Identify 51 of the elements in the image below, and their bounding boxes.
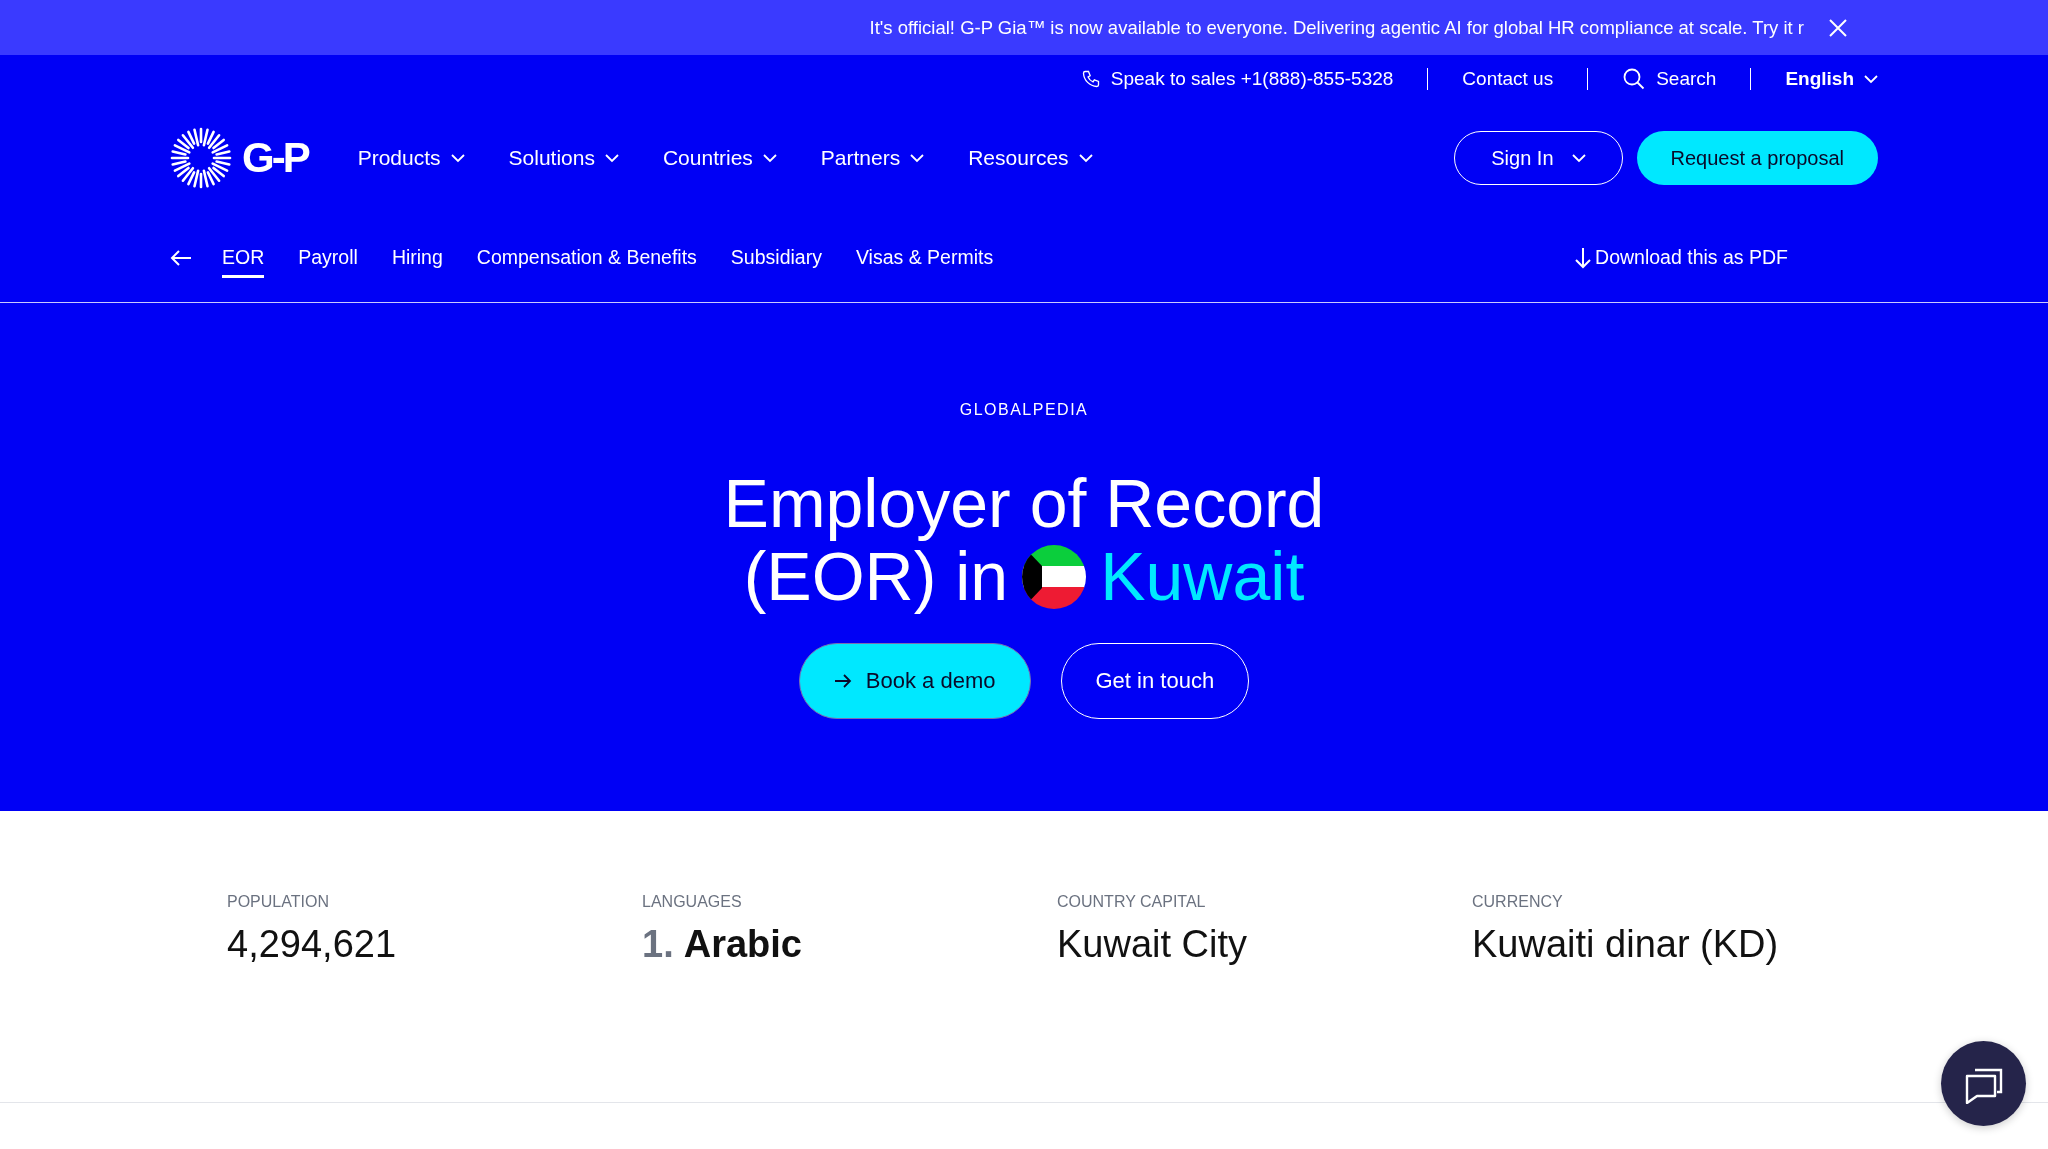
back-arrow-icon [170,248,192,267]
language-selector[interactable]: English [1785,68,1878,90]
chevron-down-icon [762,153,777,163]
close-icon [1828,17,1848,38]
nav-menu-item[interactable]: Resources [968,146,1093,170]
stat-label: POPULATION [227,893,330,911]
stat-value: 4,294,621 [227,923,398,966]
close-button[interactable] [1828,17,1848,38]
section-tab[interactable]: Compensation & Benefits [476,237,697,278]
stat-label: CURRENCY [1472,893,1564,911]
arrow-right-icon [833,674,852,688]
contact-link[interactable]: Contact us [1462,68,1554,90]
search-link[interactable]: Search [1622,67,1717,91]
chevron-down-icon [604,153,619,163]
section-tab[interactable]: Payroll [298,237,358,278]
home-logo[interactable]: G-P [170,127,308,189]
book-demo-button[interactable]: Book a demo [798,643,1031,719]
nav-menu-item[interactable]: Countries [662,146,777,170]
back-button[interactable] [170,248,192,267]
nav-menu-item[interactable]: Products [357,146,465,170]
phone-icon [1080,69,1101,89]
section-tab[interactable]: EOR [222,237,265,278]
chevron-down-icon [910,153,925,163]
stat-value: Kuwaiti dinar (KD) [1472,923,1780,966]
page-title: (EOR) in [743,540,1009,613]
sunburst-icon [170,127,232,189]
section-tab[interactable]: Hiring [391,237,443,278]
chevron-down-icon [1864,74,1878,84]
request-proposal-button[interactable]: Request a proposal [1636,131,1878,185]
eyebrow-label: GLOBALPEDIA [959,401,1089,419]
kuwait-flag-icon [1022,544,1087,609]
section-tab[interactable]: Visas & Permits [855,237,994,278]
search-icon [1622,67,1647,91]
nav-menu-item[interactable]: Solutions [508,146,619,170]
chevron-down-icon [1078,153,1093,163]
download-pdf-link[interactable]: Download this as PDF [1575,246,1788,269]
download-arrow-icon [1575,246,1592,269]
stat-label: LANGUAGES [642,893,743,911]
stat-label: COUNTRY CAPITAL [1057,893,1207,911]
page-title: Employer of Record [723,467,1325,540]
stat-value: Kuwait City [1057,923,1249,966]
announcement-text: It's official! G-P Gia™ is now available to everyone. Delivering agentic AI for global HR compliance at scale. Try it r [869,16,1804,39]
section-tab[interactable]: Subsidiary [730,237,822,278]
list-number: 1. [642,923,674,966]
chevron-down-icon [1571,153,1586,163]
country-name: Kuwait [1100,540,1305,613]
chat-button[interactable] [1941,1041,2026,1126]
stat-value: Arabic [683,923,802,966]
chevron-down-icon [450,153,465,163]
sales-phone-link[interactable]: Speak to sales +1(888)-855-5328 [1080,68,1394,90]
nav-menu-item[interactable]: Partners [820,146,925,170]
